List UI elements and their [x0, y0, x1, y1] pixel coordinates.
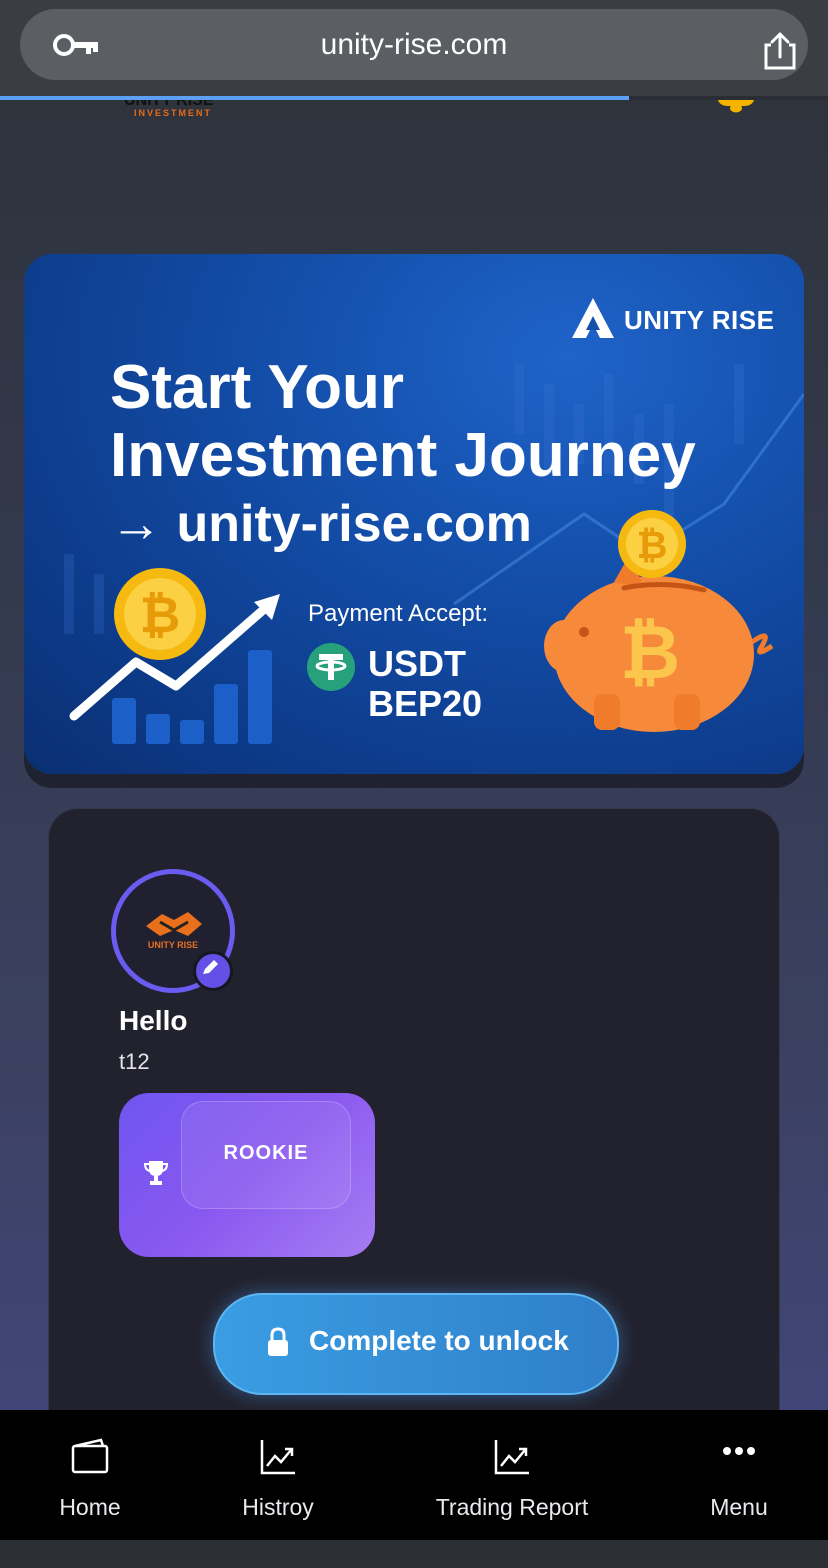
- header-logo-subtitle: INVESTMENT: [134, 108, 213, 118]
- rank-card[interactable]: ROOKIE: [119, 1093, 375, 1257]
- browser-toolbar: unity-rise.com: [0, 0, 828, 100]
- promo-banner[interactable]: ₿ ₿ ₿ UNITY RISE Start Your Investment J…: [24, 254, 804, 774]
- unlock-button-label: Complete to unlock: [309, 1325, 569, 1356]
- nav-menu-label: Menu: [710, 1494, 768, 1520]
- payment-network: USDT BEP20: [368, 644, 482, 724]
- banner-headline-line-1: Start Your: [110, 353, 404, 422]
- svg-text:₿: ₿: [620, 611, 680, 694]
- username: t12: [119, 1049, 150, 1074]
- nav-trading-report-label: Trading Report: [435, 1494, 589, 1520]
- usdt-icon: [306, 642, 356, 697]
- avatar-text: UNITY RISE: [148, 940, 198, 950]
- greeting: Hello: [119, 1005, 188, 1036]
- more-icon: [684, 1446, 794, 1456]
- wallet-icon: [30, 1438, 150, 1474]
- rank-badge: ROOKIE: [181, 1101, 351, 1209]
- unity-rise-logo-icon: [570, 296, 616, 345]
- nav-home[interactable]: Home: [30, 1410, 150, 1540]
- profile-card: UNITY RISE Hello t12 ROOKIE Complete to …: [48, 808, 780, 1410]
- rank-label: ROOKIE: [223, 1142, 309, 1164]
- banner-headline-line-2: Investment Journey: [110, 421, 696, 490]
- nav-history-label: Histroy: [242, 1494, 314, 1520]
- payment-label: Payment Accept:: [308, 600, 489, 627]
- payment-network-name: BEP20: [368, 683, 483, 724]
- nav-menu[interactable]: Menu: [684, 1410, 794, 1540]
- svg-text:₿: ₿: [140, 587, 181, 643]
- banner-headline: Start Your Investment Journey → unity-ri…: [110, 354, 770, 558]
- address-bar[interactable]: unity-rise.com: [20, 9, 808, 80]
- share-icon[interactable]: [762, 31, 798, 76]
- payment-coin: USDT: [368, 643, 466, 684]
- complete-to-unlock-button[interactable]: Complete to unlock: [213, 1293, 619, 1395]
- chart-icon: [208, 1438, 348, 1476]
- chart-icon: [412, 1438, 612, 1476]
- url-text[interactable]: unity-rise.com: [20, 9, 808, 80]
- nav-history[interactable]: Histroy: [208, 1410, 348, 1540]
- banner-brand-text: UNITY RISE: [624, 304, 775, 335]
- header-logo[interactable]: UNITY RISE INVESTMENT: [124, 100, 234, 118]
- banner-brand: UNITY RISE: [570, 296, 775, 345]
- edit-avatar-button[interactable]: [193, 951, 233, 991]
- trophy-icon: [143, 1159, 169, 1192]
- bottom-nav: Home Histroy Trading Report Menu: [0, 1410, 828, 1540]
- lock-icon: [267, 1327, 289, 1362]
- banner-headline-line-3: → unity-rise.com: [110, 495, 532, 553]
- bell-icon[interactable]: [716, 100, 756, 113]
- nav-home-label: Home: [59, 1494, 121, 1520]
- nav-trading-report[interactable]: Trading Report: [412, 1410, 612, 1540]
- page-content: UNITY RISE INVESTMENT ₿ ₿ ₿ UNITY RISE S…: [0, 100, 828, 1410]
- browser-bottom-toolbar: [0, 1540, 828, 1568]
